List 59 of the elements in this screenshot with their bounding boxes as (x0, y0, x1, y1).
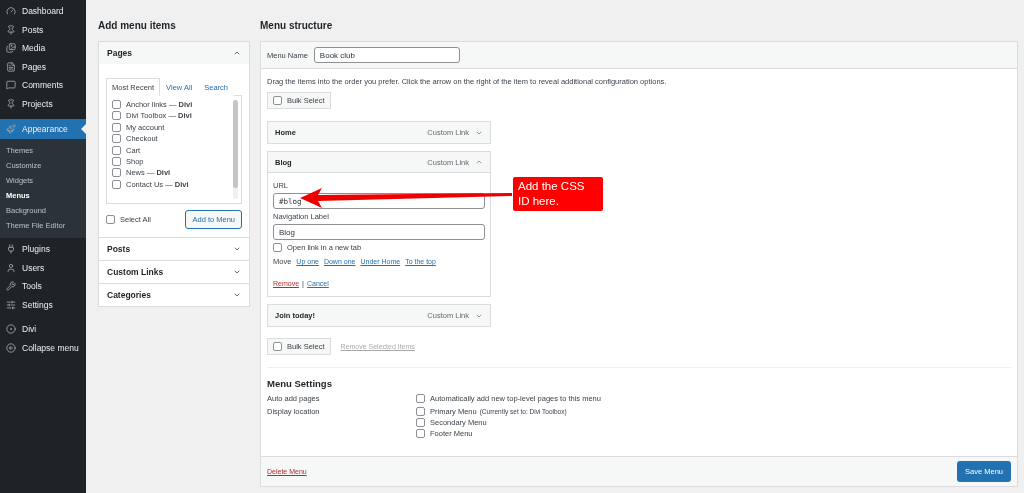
comment-icon (6, 80, 16, 91)
images-icon (6, 43, 16, 54)
user-icon (6, 262, 16, 273)
caret-icon[interactable] (233, 268, 241, 276)
checkbox[interactable] (112, 168, 121, 178)
section-title: Menu structure (260, 19, 334, 33)
pin-icon (6, 24, 16, 35)
sidebar-item[interactable]: Divi (0, 320, 86, 339)
checkbox[interactable] (112, 156, 121, 166)
checkbox[interactable] (112, 145, 121, 155)
menu-name-field[interactable]: Book club (313, 47, 460, 63)
accordion-title: Custom Links (107, 267, 164, 277)
checkbox[interactable] (273, 243, 282, 252)
checkbox[interactable] (112, 179, 121, 189)
caret-icon[interactable] (233, 291, 241, 299)
accordion-header[interactable]: Pages (99, 42, 249, 64)
collapse-icon (6, 342, 16, 353)
sidebar-item[interactable]: Settings (0, 295, 86, 314)
section-title: Add menu items (98, 19, 177, 33)
brush-icon (6, 124, 16, 134)
sidebar-item[interactable]: Projects (0, 94, 86, 113)
checkbox[interactable] (416, 418, 425, 427)
sidebar-item[interactable]: Collapse menu (0, 338, 86, 357)
accordion-title: Pages (107, 48, 133, 58)
accordion-title: Posts (107, 244, 131, 254)
checkbox[interactable] (112, 100, 121, 109)
checkbox[interactable] (273, 96, 282, 105)
sidebar-item[interactable]: Users (0, 258, 86, 277)
sidebar-item[interactable]: Posts (0, 20, 86, 39)
sidebar-item[interactable]: Comments (0, 76, 86, 95)
checkbox[interactable] (416, 407, 425, 416)
checkbox[interactable] (112, 111, 121, 121)
circle-icon (6, 324, 16, 335)
caret-icon[interactable] (233, 49, 241, 57)
checkbox[interactable] (112, 134, 121, 144)
gauge-icon (6, 6, 16, 17)
plug-icon (6, 244, 16, 255)
checkbox[interactable] (416, 429, 425, 438)
annotation-callout: Add the CSS ID here. (513, 177, 603, 211)
navigation-label-field[interactable]: Blog (273, 224, 485, 240)
sidebar-item[interactable]: Dashboard (0, 2, 86, 21)
settings-title: Menu Settings (267, 378, 333, 389)
page-icon (6, 61, 16, 72)
sidebar-item[interactable]: Appearance (0, 119, 86, 139)
accordion-title: Categories (107, 290, 151, 300)
sidebar-item[interactable]: Media (0, 39, 86, 58)
pin-icon (6, 98, 16, 109)
caret-icon[interactable] (233, 245, 241, 253)
checkbox[interactable] (106, 215, 115, 224)
checkbox[interactable] (416, 394, 425, 403)
caret-icon[interactable] (475, 158, 483, 166)
checkbox[interactable] (112, 122, 121, 132)
sidebar-item[interactable]: Tools (0, 277, 86, 296)
scrollbar[interactable] (233, 100, 238, 199)
sidebar-item[interactable]: Plugins (0, 240, 86, 259)
sliders-icon (6, 299, 16, 310)
wrench-icon (6, 281, 16, 292)
sidebar-item[interactable]: Pages (0, 57, 86, 76)
checkbox[interactable] (273, 342, 282, 351)
